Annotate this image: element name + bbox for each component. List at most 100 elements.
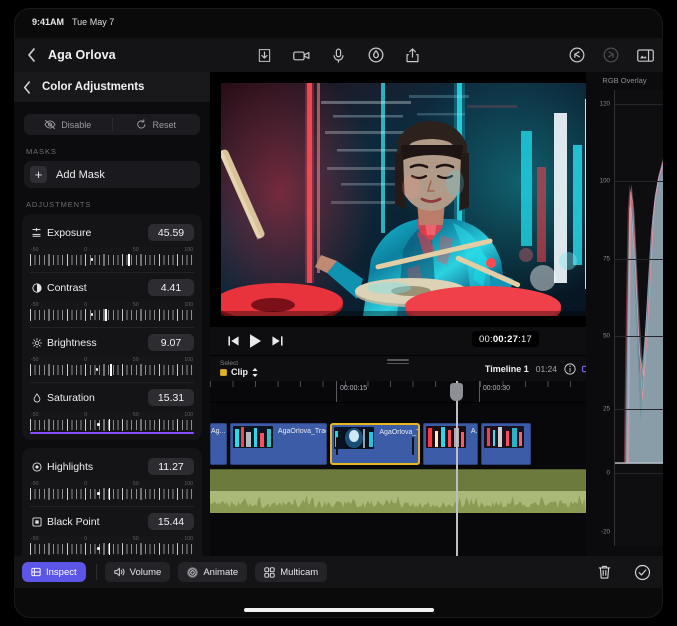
import-icon[interactable] [255, 45, 275, 65]
selection-mode[interactable]: Select Clip [220, 360, 258, 377]
bottom-button-animate[interactable]: Animate [178, 562, 247, 582]
slider-tick-label: 100 [184, 357, 193, 364]
rgb-overlay-plot[interactable] [614, 90, 663, 546]
timeline-ruler[interactable]: 00:00:15 00:00:30 [210, 381, 586, 403]
timeline-clip[interactable]: AgaOrlova_Track_Wid... [230, 423, 327, 465]
microphone-icon[interactable] [329, 45, 349, 65]
inspector-back-button[interactable] [22, 80, 32, 95]
clip-thumbnail [334, 427, 374, 449]
status-time: 9:41AM [32, 17, 64, 27]
brightness-icon [30, 338, 43, 348]
top-bar-right-actions [567, 45, 655, 65]
slider-knob[interactable] [128, 254, 129, 266]
slider-tick-labels: -50050100 [30, 357, 194, 364]
slider-knob[interactable] [109, 543, 110, 555]
inspector-header: Color Adjustments [14, 72, 210, 102]
adjustment-row-exposure[interactable]: Exposure 45.59 -50050100 [22, 217, 202, 272]
timeline-clip[interactable]: AgaOrlova_Track_CU03 [330, 423, 419, 465]
audio-track[interactable] [210, 469, 586, 513]
timeline-duration: 01:24 [536, 364, 557, 374]
redo-icon[interactable] [601, 45, 621, 65]
slider-track[interactable]: -50050100 [30, 357, 194, 376]
slider-tick-labels: -50050100 [30, 247, 194, 254]
video-viewer-area [210, 72, 586, 327]
video-track[interactable]: Ag... AgaOrlova_Track_Wid... AgaOrlova_T… [210, 423, 586, 465]
info-button[interactable] [564, 363, 576, 375]
skip-to-start-button[interactable] [222, 330, 244, 352]
reset-arrow-icon [136, 119, 147, 130]
slider-knob[interactable] [110, 364, 111, 376]
skip-to-end-button[interactable] [266, 330, 288, 352]
slider-track[interactable]: -50050100 [30, 412, 194, 431]
share-icon[interactable] [403, 45, 423, 65]
clip-trim-handle-left[interactable] [336, 437, 338, 455]
timeline-clip[interactable] [481, 423, 532, 465]
disable-button[interactable]: Disable [24, 114, 112, 135]
color-adjustments-inspector: Color Adjustments Disable [14, 72, 210, 556]
timeline-clip[interactable]: Ag... [210, 423, 227, 465]
adjustment-row-highlights[interactable]: Highlights 11.27 -50050100 [22, 451, 202, 506]
adjustment-value[interactable]: 15.44 [148, 513, 194, 530]
scope-gridline [615, 473, 663, 474]
bottom-button-inspect[interactable]: Inspect [22, 562, 86, 582]
adjustment-value[interactable]: 11.27 [148, 458, 194, 475]
add-mask-button[interactable]: + Add Mask [24, 161, 200, 188]
timeline-playhead[interactable] [456, 381, 458, 556]
slider-tick-labels: -50050100 [30, 412, 194, 419]
bottom-button-multicam[interactable]: Multicam [255, 562, 327, 582]
slider-zero-marker [97, 423, 100, 426]
transport-controls: 00:00:27:17 [210, 327, 586, 355]
ruler-mark: 00:00:30 [479, 381, 480, 402]
undo-icon[interactable] [567, 45, 587, 65]
ruler-mark: 00:00:15 [336, 381, 337, 402]
slider-track[interactable]: -50050100 [30, 536, 194, 555]
adjustment-row-black-point[interactable]: Black Point 15.44 -50050100 [22, 506, 202, 556]
reset-button[interactable]: Reset [113, 114, 201, 135]
adjustments-list: Exposure 45.59 -50050100 Contrast 4.41 -… [14, 214, 210, 556]
bottom-button-label: Inspect [46, 567, 77, 578]
adjustment-value[interactable]: 45.59 [148, 224, 194, 241]
slider-track[interactable]: -50050100 [30, 481, 194, 500]
viewer-and-timeline: 00:00:27:17 Select Clip Timeline [210, 72, 586, 556]
highlights-icon [30, 462, 43, 472]
slider-tick-label: -50 [31, 481, 39, 488]
top-bar-center-actions [255, 45, 423, 65]
timeline-editor[interactable]: 00:00:15 00:00:30 Ag... AgaOrlova_Track_… [210, 381, 586, 556]
toolbar-divider [96, 564, 97, 580]
timeline-drag-handle[interactable] [387, 359, 409, 366]
slider-knob[interactable] [109, 488, 110, 500]
slider-tick-label: -50 [31, 412, 39, 419]
bottom-button-volume[interactable]: Volume [105, 562, 171, 582]
delete-button[interactable] [597, 564, 612, 580]
adjustment-value[interactable]: 15.31 [148, 389, 194, 406]
slider-track[interactable]: -50050100 [30, 302, 194, 321]
slider-tick-label: 0 [84, 481, 87, 488]
scope-gridline [615, 409, 663, 410]
check-circle-icon [634, 564, 651, 581]
audio-waveform [210, 491, 586, 513]
adjustment-value[interactable]: 9.07 [148, 334, 194, 351]
slider-knob[interactable] [109, 419, 110, 431]
adjustment-row-saturation[interactable]: Saturation 15.31 -50050100 [22, 382, 202, 437]
reset-label: Reset [152, 120, 176, 130]
live-drawing-icon[interactable] [366, 45, 386, 65]
playhead-handle[interactable] [450, 383, 463, 401]
scope-tick-label: 25 [603, 406, 610, 413]
timecode-display[interactable]: 00:00:27:17 [472, 331, 539, 347]
adjustment-value[interactable]: 4.41 [148, 279, 194, 296]
clip-trim-handle-right[interactable] [412, 437, 414, 455]
scope-axis: 1201007550250-20 [586, 90, 612, 546]
adjustment-row-contrast[interactable]: Contrast 4.41 -50050100 [22, 272, 202, 327]
layout-panel-icon[interactable] [635, 45, 655, 65]
slider-track[interactable]: -50050100 [30, 247, 194, 266]
project-back-button[interactable] [14, 38, 48, 72]
slider-tick-label: 0 [84, 247, 87, 254]
done-button[interactable] [634, 564, 651, 581]
timeline-toolbar: Select Clip Timeline 1 01:24 [210, 355, 586, 381]
video-preview[interactable] [221, 83, 618, 316]
timeline-clip[interactable]: A... [423, 423, 478, 465]
adjustment-row-brightness[interactable]: Brightness 9.07 -50050100 [22, 327, 202, 382]
video-camera-icon[interactable] [292, 45, 312, 65]
play-button[interactable] [244, 330, 266, 352]
slider-knob[interactable] [105, 309, 106, 321]
